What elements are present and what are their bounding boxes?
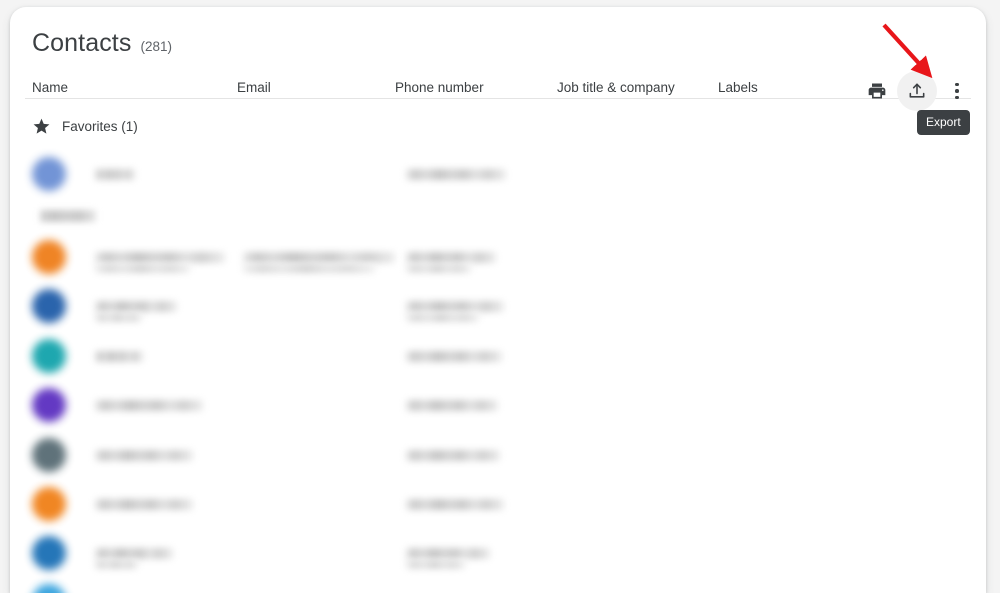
redacted-text [406,301,504,312]
avatar [32,157,66,191]
avatar [32,438,66,472]
redacted-text [95,450,193,461]
redacted-text [406,450,500,461]
avatar [32,487,66,521]
contact-row[interactable] [10,150,986,200]
contact-row[interactable] [10,480,986,530]
redacted-text [95,301,177,312]
app-root: Contacts (281) Name Email Phone number J… [0,0,1000,593]
contacts-window: Contacts (281) Name Email Phone number J… [10,7,986,593]
redacted-text [95,351,143,362]
redacted-text [95,264,190,273]
redacted-text [95,252,225,263]
redacted-text [95,560,138,569]
redacted-text [406,169,506,180]
redacted-text [95,313,142,322]
redacted-text [406,313,479,322]
avatar [32,289,66,323]
redacted-text [406,264,471,273]
contact-row[interactable] [10,233,986,283]
contact-row[interactable] [10,577,986,593]
redacted-text [243,264,375,273]
contact-row[interactable] [10,332,986,382]
avatar [32,536,66,570]
contact-row[interactable] [10,282,986,332]
contacts-list [10,7,986,593]
redacted-text [95,400,203,411]
redacted-text [406,252,496,263]
redacted-text [406,560,465,569]
redacted-text [95,548,173,559]
redacted-text [95,169,135,180]
redacted-text [406,548,490,559]
avatar [32,584,66,593]
contact-row[interactable] [10,431,986,481]
contact-row[interactable] [10,381,986,431]
redacted-text [243,252,395,263]
contact-row[interactable] [10,529,986,579]
avatar [32,240,66,274]
redacted-text [95,499,193,510]
redacted-text [406,400,498,411]
avatar [32,339,66,373]
redacted-text [406,499,504,510]
avatar [32,388,66,422]
redacted-text [406,351,502,362]
